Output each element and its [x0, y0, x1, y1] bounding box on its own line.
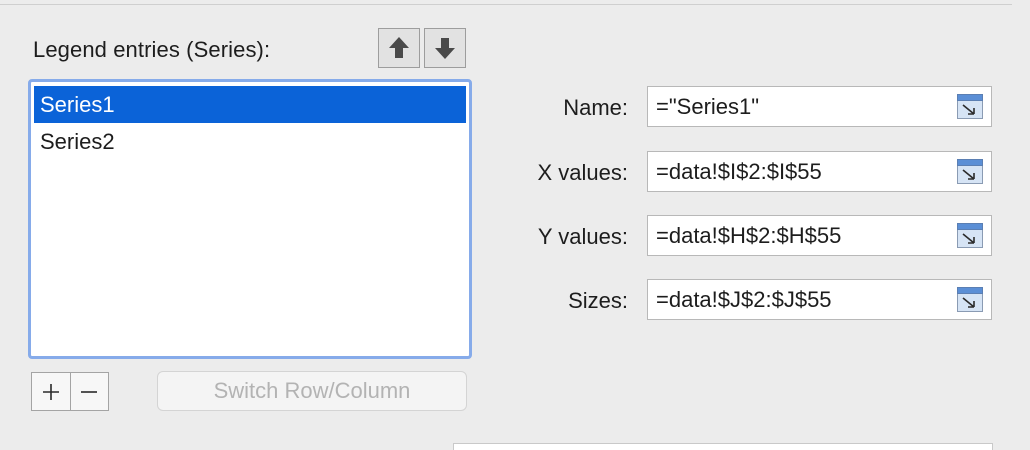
move-series-up-button[interactable] [378, 28, 420, 68]
minus-icon [81, 390, 98, 393]
hidden-cells-options-field[interactable] [453, 443, 993, 450]
range-select-icon[interactable] [957, 223, 983, 248]
series-list-item[interactable]: Series2 [34, 123, 466, 160]
series-list-item[interactable]: Series1 [34, 86, 466, 123]
x-values-label: X values: [537, 160, 629, 185]
sizes-label: Sizes: [568, 288, 628, 313]
y-values-label: Y values: [537, 224, 628, 249]
range-select-icon[interactable] [957, 159, 983, 184]
remove-series-button[interactable] [69, 373, 109, 410]
name-field[interactable]: ="Series1" [647, 86, 992, 127]
sizes-value[interactable]: =data!$J$2:$J$55 [656, 280, 832, 320]
series-order-buttons [378, 28, 466, 70]
x-values-field[interactable]: =data!$I$2:$I$55 [647, 151, 992, 192]
switch-row-column-button[interactable]: Switch Row/Column [157, 371, 467, 411]
move-series-down-button[interactable] [424, 28, 466, 68]
add-remove-series-control [31, 372, 109, 411]
range-select-icon[interactable] [957, 287, 983, 312]
select-data-source-dialog: Legend entries (Series): Series1Series2 [0, 0, 1030, 450]
name-label: Name: [563, 95, 628, 120]
x-values-value[interactable]: =data!$I$2:$I$55 [656, 152, 822, 192]
name-value[interactable]: ="Series1" [656, 87, 759, 127]
y-values-value[interactable]: =data!$H$2:$H$55 [656, 216, 841, 256]
y-values-field[interactable]: =data!$H$2:$H$55 [647, 215, 992, 256]
legend-entries-title: Legend entries (Series): [33, 37, 271, 62]
arrow-up-icon [389, 37, 409, 58]
arrow-down-icon [435, 38, 455, 59]
top-divider [0, 4, 1012, 5]
range-select-icon[interactable] [957, 94, 983, 119]
plus-icon [42, 383, 59, 400]
add-series-button[interactable] [32, 373, 70, 410]
series-list[interactable]: Series1 Series2 [28, 79, 472, 359]
sizes-field[interactable]: =data!$J$2:$J$55 [647, 279, 992, 320]
